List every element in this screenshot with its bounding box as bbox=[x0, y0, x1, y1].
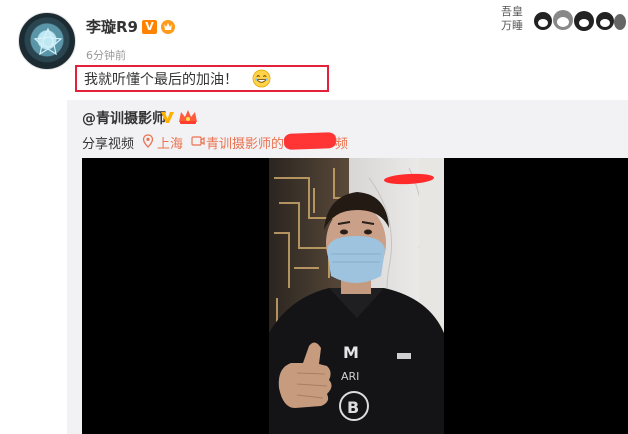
svg-text:M: M bbox=[343, 343, 359, 362]
video-source-tail[interactable]: 频 bbox=[335, 133, 348, 152]
verified-v-icon bbox=[161, 112, 174, 123]
vip-crown-icon bbox=[179, 110, 197, 124]
video-frame: M ARI B bbox=[269, 158, 444, 434]
video-source-icon bbox=[191, 136, 205, 146]
username[interactable]: 李璇R9 bbox=[86, 16, 138, 37]
video-scene: M ARI B bbox=[269, 158, 444, 434]
location-pin-icon bbox=[142, 134, 154, 148]
svg-text:吾皇: 吾皇 bbox=[501, 4, 523, 18]
share-video-label: 分享视频 bbox=[82, 137, 135, 152]
svg-text:ARI: ARI bbox=[341, 370, 359, 383]
redaction-mark bbox=[283, 132, 337, 150]
repost-username[interactable]: @青训摄影师 bbox=[82, 108, 166, 128]
timestamp[interactable]: 6分钟前 bbox=[86, 47, 126, 63]
laugh-emoji-icon bbox=[252, 69, 271, 88]
post-text: 我就听懂个最后的加油！ bbox=[84, 72, 238, 88]
video-player[interactable]: M ARI B bbox=[82, 158, 628, 434]
crown-icon bbox=[161, 20, 175, 34]
svg-text:B: B bbox=[347, 398, 359, 417]
location-link[interactable]: 上海 bbox=[157, 133, 183, 152]
svg-text:万睡: 万睡 bbox=[501, 19, 523, 32]
watermark-logo: 吾皇 万睡 bbox=[499, 2, 627, 32]
video-source-link[interactable]: 青训摄影师的 bbox=[206, 133, 284, 152]
avatar[interactable] bbox=[18, 12, 76, 70]
verified-badge: V bbox=[142, 20, 157, 34]
